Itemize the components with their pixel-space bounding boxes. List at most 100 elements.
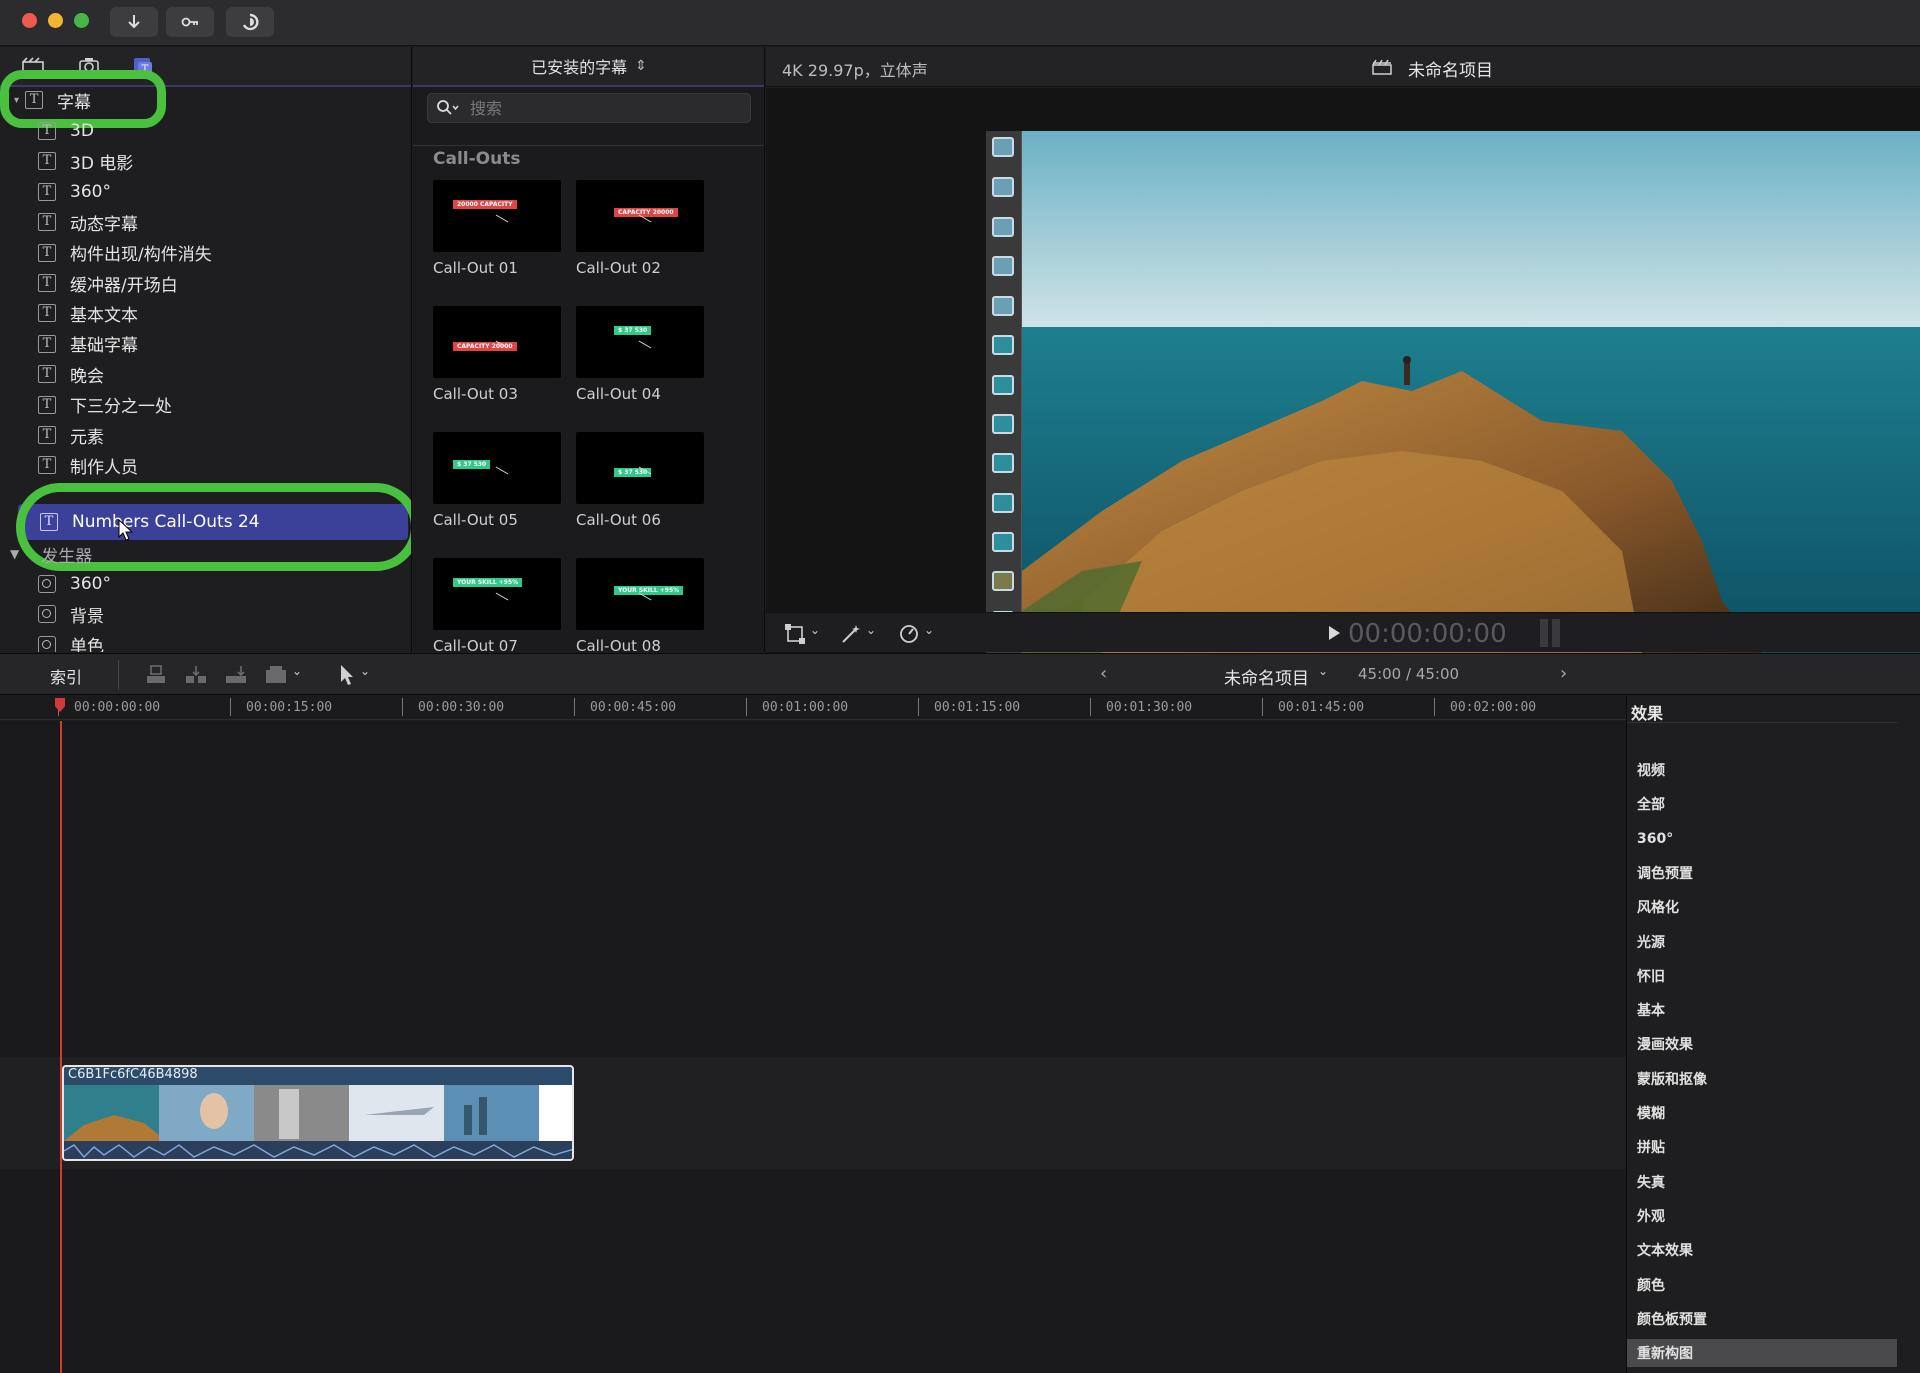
sidebar-item[interactable]: T 晚会	[38, 359, 104, 389]
search-input[interactable]	[468, 97, 732, 119]
append-clip-icon[interactable]	[224, 664, 248, 686]
playhead[interactable]	[60, 721, 62, 1373]
sidebar-item[interactable]: T 360°	[38, 177, 111, 207]
play-icon[interactable]	[1326, 624, 1342, 642]
sidebar-item[interactable]: T 基础字幕	[38, 329, 138, 359]
effects-category-label: 光源	[1637, 934, 1665, 951]
search-field[interactable]	[427, 93, 751, 123]
insert-clip-icon[interactable]	[184, 664, 208, 686]
previous-arrow-icon[interactable]: ‹	[1100, 663, 1107, 684]
sidebar-item[interactable]: T 3D 电影	[38, 146, 133, 176]
title-thumbnail[interactable]: 20000 CAPACITY	[433, 180, 561, 252]
project-name-menu[interactable]: 未命名项目	[1224, 664, 1309, 689]
chevron-down-icon[interactable]: ⌄	[866, 623, 876, 637]
chevron-down-icon[interactable]: ⌄	[292, 664, 302, 678]
enhance-wand-icon[interactable]	[840, 623, 862, 645]
filmstrip-frame	[992, 296, 1014, 316]
effects-category[interactable]: 颜色	[1627, 1271, 1897, 1299]
thumbnail-label: Call-Out 08	[576, 637, 661, 652]
title-thumbnail[interactable]: CAPACITY 20000	[433, 306, 561, 378]
sidebar-item-label: 构件出现/构件消失	[70, 245, 212, 266]
chevron-down-icon[interactable]: ⌄	[1318, 664, 1328, 678]
title-thumbnail[interactable]: YOUR SKILL +95%	[433, 558, 561, 630]
disclosure-triangle-icon[interactable]: ▼	[10, 547, 19, 561]
sidebar-item[interactable]: T 下三分之一处	[38, 390, 172, 420]
effects-category[interactable]: 失真	[1627, 1168, 1897, 1196]
next-arrow-icon[interactable]: ›	[1560, 663, 1567, 684]
duration-label: 45:00 / 45:00	[1358, 665, 1460, 683]
effects-category[interactable]: 文本效果	[1627, 1236, 1897, 1264]
effects-category[interactable]: 漫画效果	[1627, 1030, 1897, 1058]
timeline-ruler[interactable]: 00:00:00:00 00:00:15:00 00:00:30:00 00:00:4…	[0, 696, 1626, 720]
close-window-button[interactable]	[22, 13, 37, 28]
title-thumbnail[interactable]: $ 37 530	[576, 432, 704, 504]
ruler-tick-mark	[574, 698, 575, 716]
title-thumbnail[interactable]: $ 37 530	[433, 432, 561, 504]
sidebar-item[interactable]: T 基本文本	[38, 298, 138, 328]
format-label: 4K 29.97p，立体声	[782, 61, 928, 80]
title-icon: T	[38, 243, 56, 262]
sidebar-item[interactable]: T 制作人员	[38, 450, 138, 480]
effects-category[interactable]: 重新构图	[1627, 1339, 1897, 1368]
ruler-tick-label: 00:00:00:00	[74, 700, 161, 715]
sidebar-item[interactable]: T 构件出现/构件消失	[38, 238, 212, 268]
effects-category[interactable]: 怀旧	[1627, 962, 1897, 990]
chevron-down-icon[interactable]: ⌄	[924, 623, 934, 637]
sidebar-item[interactable]: T 缓冲器/开场白	[38, 268, 178, 298]
chevron-down-icon[interactable]: ⌄	[810, 623, 820, 637]
viewer-controls: ⌄ ⌄ ⌄ 00:00:00:00	[766, 612, 1920, 652]
generator-item[interactable]: 360°	[38, 569, 111, 599]
sidebar-item[interactable]: T 3D	[38, 116, 94, 146]
index-button[interactable]: 索引	[50, 664, 82, 688]
filmstrip-frame	[992, 453, 1014, 473]
keyword-button[interactable]	[166, 7, 214, 37]
effects-category[interactable]: 360°	[1627, 825, 1897, 853]
speed-gauge-icon[interactable]	[898, 623, 920, 645]
sidebar-item[interactable]: T 动态字幕	[38, 207, 138, 237]
overwrite-clip-icon[interactable]	[264, 664, 288, 686]
minimize-window-button[interactable]	[48, 13, 63, 28]
clapper-icon	[1372, 59, 1392, 75]
generator-item[interactable]: 背景	[38, 599, 104, 629]
video-preview	[1022, 131, 1920, 653]
title-thumbnail[interactable]: $ 37 530	[576, 306, 704, 378]
effects-category[interactable]: 模糊	[1627, 1099, 1897, 1127]
effects-category[interactable]: 蒙版和抠像	[1627, 1065, 1897, 1093]
background-tasks-button[interactable]	[226, 7, 274, 37]
title-thumbnail[interactable]: YOUR SKILL +95%	[576, 558, 704, 630]
title-icon: T	[38, 365, 56, 384]
divider	[118, 660, 119, 690]
sidebar-category-generators[interactable]: ▼ 发生器	[10, 539, 92, 569]
effects-category-label: 怀旧	[1637, 968, 1665, 985]
sidebar-item-label: 下三分之一处	[70, 397, 172, 418]
transform-icon[interactable]	[784, 623, 806, 645]
effects-category[interactable]: 拼贴	[1627, 1133, 1897, 1161]
chevron-down-icon[interactable]: ⌄	[360, 664, 370, 678]
timeline-clip[interactable]: C6B1Fc6fC46B4898	[62, 1065, 574, 1161]
timeline[interactable]: C6B1Fc6fC46B4898	[0, 721, 1626, 1373]
effects-category[interactable]: 全部	[1627, 790, 1897, 818]
effects-category-label: 全部	[1637, 797, 1665, 814]
effects-category[interactable]: 外观	[1627, 1202, 1897, 1230]
connect-clip-icon[interactable]	[144, 664, 168, 686]
callout-line	[495, 466, 509, 475]
effects-category[interactable]: 基本	[1627, 996, 1897, 1024]
import-button[interactable]	[110, 7, 158, 37]
playhead-handle[interactable]	[55, 698, 65, 712]
effects-category[interactable]: 风格化	[1627, 893, 1897, 921]
thumbnail-tag: $ 37 530	[453, 460, 491, 469]
sidebar-item[interactable]: T 元素	[38, 420, 104, 450]
generator-item[interactable]: 单色	[38, 630, 104, 652]
effects-category[interactable]: 光源	[1627, 928, 1897, 956]
browser-header[interactable]: 已安装的字幕 ⇕	[413, 47, 764, 87]
title-thumbnail[interactable]: CAPACITY 20000	[576, 180, 704, 252]
effects-category-label: 视频	[1637, 763, 1665, 779]
generator-icon	[38, 635, 56, 652]
effects-category[interactable]: 调色预置	[1627, 859, 1897, 887]
zoom-window-button[interactable]	[74, 13, 89, 28]
select-tool-icon[interactable]	[338, 663, 356, 687]
filmstrip-frame	[992, 177, 1014, 197]
effects-category[interactable]: 视频	[1627, 756, 1897, 784]
sidebar-item-label: 缓冲器/开场白	[70, 275, 178, 296]
effects-category[interactable]: 颜色板预置	[1627, 1305, 1897, 1333]
